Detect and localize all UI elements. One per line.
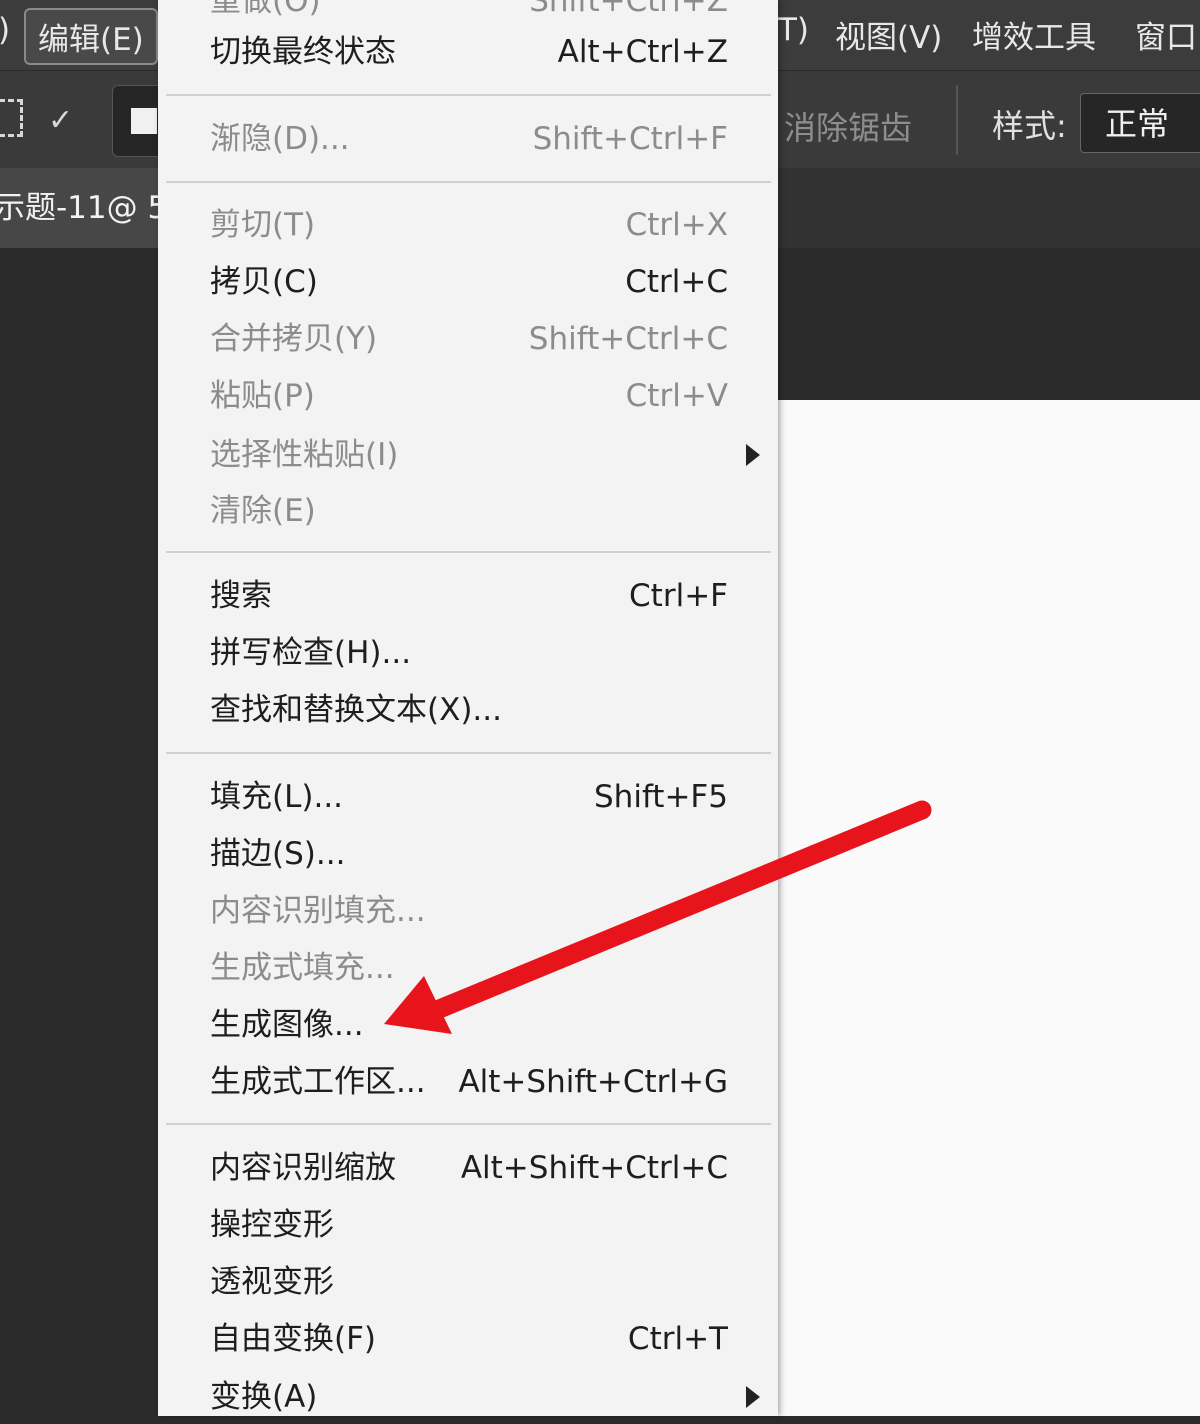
menu-item-label: 合并拷贝(Y) bbox=[210, 321, 378, 357]
menu-item-search[interactable]: 搜索 Ctrl+F bbox=[158, 569, 778, 623]
menu-fragment-type[interactable]: T) bbox=[778, 12, 809, 48]
menu-item-shortcut: Shift+F5 bbox=[594, 779, 728, 815]
check-icon[interactable]: ✓ bbox=[48, 103, 73, 138]
menu-item-label: 自由变换(F) bbox=[210, 1321, 377, 1357]
menu-item-label: 选择性粘贴(I) bbox=[210, 437, 399, 473]
menu-item-paste[interactable]: 粘贴(P) Ctrl+V bbox=[158, 369, 778, 423]
chevron-right-icon bbox=[746, 1386, 760, 1408]
edit-menu-dropdown: 重做(O) Shift+Ctrl+Z 切换最终状态 Alt+Ctrl+Z 渐隐(… bbox=[158, 0, 778, 1416]
style-select[interactable]: 正常 bbox=[1080, 93, 1200, 153]
menu-item-shortcut: Ctrl+X bbox=[625, 207, 728, 243]
menu-separator bbox=[166, 551, 771, 553]
menu-item-label: 填充(L)... bbox=[210, 779, 344, 815]
menu-window[interactable]: 窗口 bbox=[1135, 12, 1197, 57]
menu-item-content-aware-fill[interactable]: 内容识别填充... bbox=[158, 884, 778, 938]
divider bbox=[956, 85, 958, 155]
menu-item-label: 重做(O) bbox=[210, 0, 321, 19]
menu-item-label: 切换最终状态 bbox=[210, 34, 396, 70]
menu-item-label: 操控变形 bbox=[210, 1207, 334, 1243]
menu-item-shortcut: Shift+Ctrl+Z bbox=[529, 0, 728, 19]
menu-item-stroke[interactable]: 描边(S)... bbox=[158, 827, 778, 881]
menu-view[interactable]: 视图(V) bbox=[835, 12, 942, 57]
menu-item-redo[interactable]: 重做(O) Shift+Ctrl+Z bbox=[158, 0, 778, 28]
menu-item-label: 清除(E) bbox=[210, 493, 316, 529]
menu-plugins[interactable]: 增效工具 bbox=[972, 12, 1096, 57]
menu-item-shortcut: Shift+Ctrl+C bbox=[528, 321, 728, 357]
menu-item-label: 搜索 bbox=[210, 578, 272, 614]
style-label: 样式: bbox=[992, 107, 1067, 145]
menu-item-label: 生成图像... bbox=[210, 1007, 364, 1043]
menu-item-label: 生成式工作区... bbox=[210, 1064, 426, 1100]
document-tab[interactable]: 示题-11@ 50 bbox=[0, 168, 180, 248]
menu-item-label: 描边(S)... bbox=[210, 836, 346, 872]
menu-item-fade[interactable]: 渐隐(D)... Shift+Ctrl+F bbox=[158, 112, 778, 166]
antialias-checkbox-label[interactable]: 消除锯齿 bbox=[784, 103, 912, 149]
menu-separator bbox=[166, 94, 771, 96]
menu-edit[interactable]: 编辑(E) bbox=[24, 8, 158, 65]
menu-item-shortcut: Alt+Shift+Ctrl+C bbox=[460, 1150, 728, 1186]
menu-item-copy-merged[interactable]: 合并拷贝(Y) Shift+Ctrl+C bbox=[158, 312, 778, 366]
menu-item-shortcut: Ctrl+C bbox=[625, 264, 728, 300]
menu-item-shortcut: Shift+Ctrl+F bbox=[532, 121, 728, 157]
menu-item-perspective-warp[interactable]: 透视变形 bbox=[158, 1255, 778, 1309]
menu-item-cut[interactable]: 剪切(T) Ctrl+X bbox=[158, 198, 778, 252]
menu-item-generate-image[interactable]: 生成图像... bbox=[158, 998, 778, 1052]
menu-item-label: 拷贝(C) bbox=[210, 264, 318, 300]
menu-item-shortcut: Ctrl+V bbox=[625, 378, 728, 414]
menu-fragment-left[interactable]: ) bbox=[0, 12, 10, 48]
menu-separator bbox=[166, 181, 771, 183]
marquee-icon[interactable] bbox=[0, 99, 23, 137]
menu-item-toggle-last-state[interactable]: 切换最终状态 Alt+Ctrl+Z bbox=[158, 25, 778, 79]
menu-item-label: 内容识别填充... bbox=[210, 893, 426, 929]
menu-item-paste-special[interactable]: 选择性粘贴(I) bbox=[158, 428, 778, 482]
menu-item-shortcut: Alt+Shift+Ctrl+G bbox=[458, 1064, 728, 1100]
menu-item-generative-workspace[interactable]: 生成式工作区... Alt+Shift+Ctrl+G bbox=[158, 1055, 778, 1109]
menu-item-label: 生成式填充... bbox=[210, 950, 395, 986]
chevron-right-icon bbox=[746, 444, 760, 466]
menu-item-puppet-warp[interactable]: 操控变形 bbox=[158, 1198, 778, 1252]
menu-item-shortcut: Ctrl+T bbox=[627, 1321, 728, 1357]
menu-item-spell-check[interactable]: 拼写检查(H)... bbox=[158, 626, 778, 680]
menu-item-label: 渐隐(D)... bbox=[210, 121, 350, 157]
menu-item-copy[interactable]: 拷贝(C) Ctrl+C bbox=[158, 255, 778, 309]
menu-item-label: 透视变形 bbox=[210, 1264, 334, 1300]
menu-item-shortcut: Ctrl+F bbox=[629, 578, 728, 614]
menu-item-fill[interactable]: 填充(L)... Shift+F5 bbox=[158, 770, 778, 824]
square-icon bbox=[131, 108, 157, 134]
menu-item-generative-fill[interactable]: 生成式填充... bbox=[158, 941, 778, 995]
menu-item-label: 粘贴(P) bbox=[210, 378, 315, 414]
menu-item-content-aware-scale[interactable]: 内容识别缩放 Alt+Shift+Ctrl+C bbox=[158, 1141, 778, 1195]
menu-item-clear[interactable]: 清除(E) bbox=[158, 484, 778, 538]
menu-separator bbox=[166, 1123, 771, 1125]
menu-item-label: 内容识别缩放 bbox=[210, 1150, 396, 1186]
menu-item-label: 剪切(T) bbox=[210, 207, 316, 243]
menu-separator bbox=[166, 752, 771, 754]
menu-item-find-replace[interactable]: 查找和替换文本(X)... bbox=[158, 683, 778, 737]
menu-item-label: 查找和替换文本(X)... bbox=[210, 692, 502, 728]
menu-item-label: 拼写检查(H)... bbox=[210, 635, 412, 671]
document-canvas[interactable] bbox=[778, 400, 1200, 1416]
menu-item-shortcut: Alt+Ctrl+Z bbox=[557, 34, 728, 70]
menu-item-free-transform[interactable]: 自由变换(F) Ctrl+T bbox=[158, 1312, 778, 1366]
